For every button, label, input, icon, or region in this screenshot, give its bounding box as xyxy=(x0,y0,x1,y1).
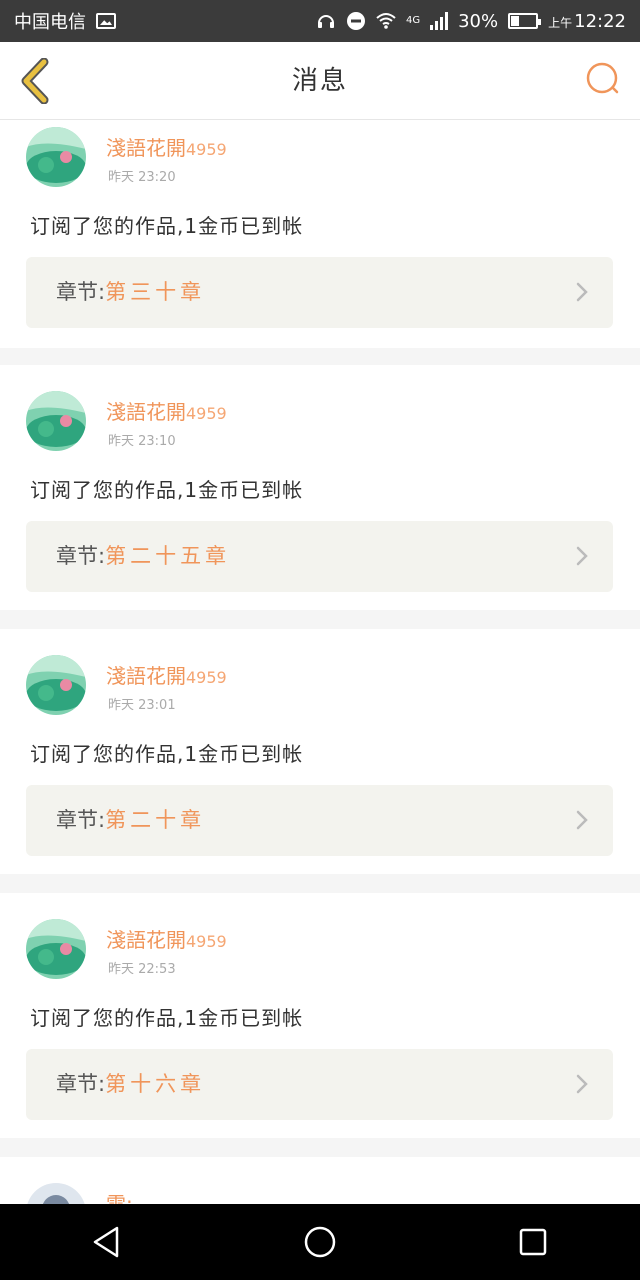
message-card: 雪: xyxy=(0,1157,640,1204)
nav-recents-button[interactable] xyxy=(503,1212,563,1272)
nav-home-button[interactable] xyxy=(290,1212,350,1272)
message-card: 淺語花開4959 昨天 23:10 订阅了您的作品,1金币已到帐 章节:第二十五… xyxy=(0,365,640,610)
message-list: 淺語花開4959 昨天 23:20 订阅了您的作品,1金币已到帐 章节:第三十章… xyxy=(0,120,640,1204)
status-left: 中国电信 xyxy=(14,8,116,34)
page-title: 消息 xyxy=(291,66,348,96)
battery-percent: 30% xyxy=(458,10,499,32)
message-time: 昨天 23:20 xyxy=(108,170,176,185)
username-number: 4959 xyxy=(186,668,227,687)
username[interactable]: 淺語花開4959 xyxy=(106,660,227,689)
network-type: 4G xyxy=(405,15,421,26)
message-time: 昨天 22:53 xyxy=(108,962,176,977)
chapter-name: 第二十五章 xyxy=(105,544,231,568)
chapter-label: 章节:第二十章 xyxy=(56,808,206,832)
chapter-link[interactable]: 章节:第二十五章 xyxy=(26,521,613,592)
headset-icon xyxy=(317,15,334,28)
username-number: 4959 xyxy=(186,404,227,423)
message-text: 订阅了您的作品,1金币已到帐 xyxy=(30,1006,304,1030)
chapter-label: 章节:第三十章 xyxy=(56,280,206,304)
square-recents-icon xyxy=(520,1228,547,1256)
chapter-name: 第二十章 xyxy=(105,808,206,832)
username-text: 淺語花開 xyxy=(106,136,186,160)
do-not-disturb-icon xyxy=(346,12,365,30)
message-text: 订阅了您的作品,1金币已到帐 xyxy=(30,478,304,502)
avatar[interactable] xyxy=(26,391,86,451)
status-right: 4G 30% 上午 12:22 xyxy=(316,11,626,32)
chevron-right-icon xyxy=(576,810,588,830)
clock-am-pm: 上午 xyxy=(548,15,573,30)
avatar[interactable] xyxy=(26,127,86,187)
avatar[interactable] xyxy=(26,1183,86,1204)
system-nav-bar xyxy=(0,1204,640,1280)
carrier-name: 中国电信 xyxy=(14,12,86,33)
chapter-link[interactable]: 章节:第三十章 xyxy=(26,257,613,328)
username[interactable]: 淺語花開4959 xyxy=(106,132,227,161)
status-bar: 中国电信 4G 30% 上午 12:22 xyxy=(0,0,640,42)
username-text: 淺語花開 xyxy=(106,928,186,952)
message-time: 昨天 23:01 xyxy=(108,698,176,713)
clock-time: 12:22 xyxy=(574,10,626,32)
chapter-link[interactable]: 章节:第十六章 xyxy=(26,1049,613,1120)
username-text: 雪: xyxy=(106,1192,133,1204)
message-time: 昨天 23:10 xyxy=(108,434,176,449)
avatar[interactable] xyxy=(26,655,86,715)
search-button[interactable] xyxy=(584,60,624,100)
battery-icon xyxy=(508,13,542,29)
clock: 上午 12:22 xyxy=(548,11,626,32)
nav-back-button[interactable] xyxy=(77,1212,137,1272)
message-text: 订阅了您的作品,1金币已到帐 xyxy=(30,214,304,238)
image-notification-icon xyxy=(96,13,116,29)
chevron-right-icon xyxy=(576,282,588,302)
username[interactable]: 淺語花開4959 xyxy=(106,924,227,953)
message-text: 订阅了您的作品,1金币已到帐 xyxy=(30,742,304,766)
chapter-label: 章节:第十六章 xyxy=(56,1072,206,1096)
message-card: 淺語花開4959 昨天 23:20 订阅了您的作品,1金币已到帐 章节:第三十章 xyxy=(0,120,640,348)
username-number: 4959 xyxy=(186,140,227,159)
header-bar: 消息 xyxy=(0,42,640,120)
avatar[interactable] xyxy=(26,919,86,979)
signal-icon xyxy=(430,12,449,30)
chapter-label: 章节:第二十五章 xyxy=(56,544,231,568)
chevron-right-icon xyxy=(576,1074,588,1094)
wifi-icon xyxy=(376,13,396,29)
search-icon xyxy=(586,62,619,94)
username[interactable]: 淺語花開4959 xyxy=(106,396,227,425)
username-number: 4959 xyxy=(186,932,227,951)
chapter-name: 第十六章 xyxy=(105,1072,206,1096)
chevron-right-icon xyxy=(576,546,588,566)
chapter-name: 第三十章 xyxy=(105,280,206,304)
username[interactable]: 雪: xyxy=(106,1188,133,1204)
triangle-back-icon xyxy=(93,1226,118,1258)
chapter-link[interactable]: 章节:第二十章 xyxy=(26,785,613,856)
message-card: 淺語花開4959 昨天 23:01 订阅了您的作品,1金币已到帐 章节:第二十章 xyxy=(0,629,640,874)
circle-home-icon xyxy=(304,1226,336,1258)
username-text: 淺語花開 xyxy=(106,664,186,688)
message-card: 淺語花開4959 昨天 22:53 订阅了您的作品,1金币已到帐 章节:第十六章 xyxy=(0,893,640,1138)
username-text: 淺語花開 xyxy=(106,400,186,424)
